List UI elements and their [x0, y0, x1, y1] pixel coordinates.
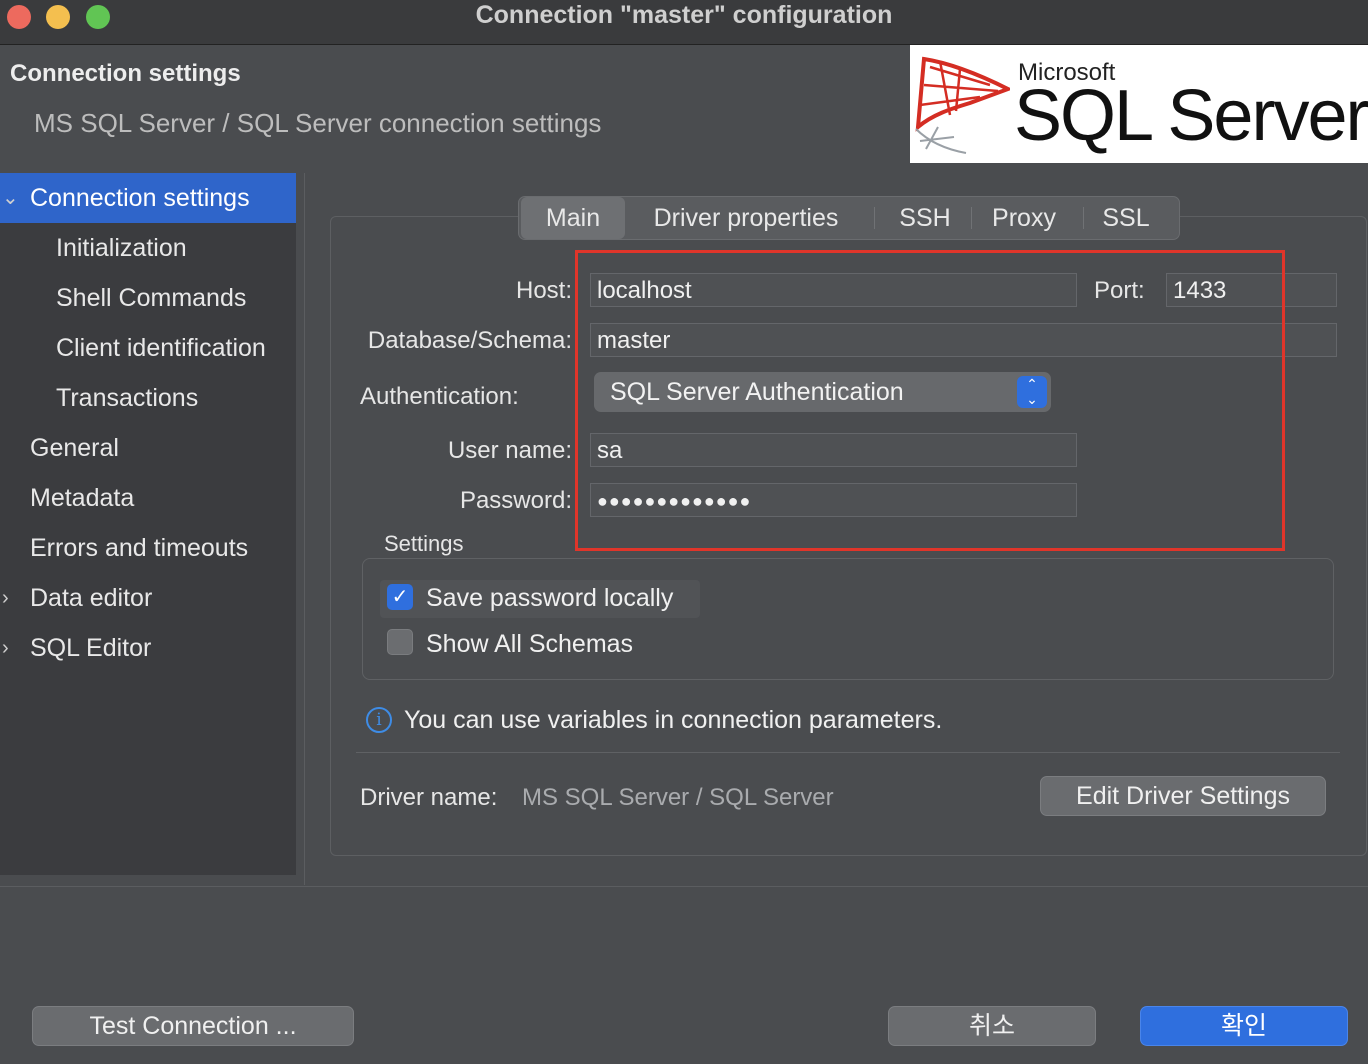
tab-proxy[interactable]: Proxy	[975, 197, 1073, 239]
tab-ssl[interactable]: SSL	[1087, 197, 1165, 239]
driver-name-value: MS SQL Server / SQL Server	[522, 784, 834, 811]
variables-hint: You can use variables in connection para…	[404, 706, 943, 734]
save-password-label: Save password locally	[426, 584, 674, 612]
user-name-label: User name:	[447, 437, 572, 464]
page-subtitle: MS SQL Server / SQL Server connection se…	[34, 108, 602, 138]
tab-driver-properties[interactable]: Driver properties	[631, 197, 861, 239]
sidebar-item-general[interactable]: General	[0, 423, 296, 473]
info-icon: i	[366, 707, 392, 733]
host-label: Host:	[515, 277, 572, 304]
sidebar-divider	[304, 173, 305, 885]
show-all-schemas-label: Show All Schemas	[426, 630, 634, 658]
sidebar-item-errors-and-timeouts[interactable]: Errors and timeouts	[0, 523, 296, 573]
sidebar: ⌄ Connection settings Initialization She…	[0, 173, 296, 875]
authentication-label: Authentication:	[360, 383, 519, 410]
chevron-right-icon[interactable]: ›	[2, 573, 9, 623]
show-all-schemas-row[interactable]: Show All Schemas	[380, 626, 700, 664]
settings-group-title: Settings	[384, 531, 464, 556]
tab-separator	[874, 207, 875, 229]
sidebar-item-client-identification[interactable]: Client identification	[0, 323, 296, 373]
sql-server-logo-mark	[915, 56, 1010, 154]
checkbox-unchecked-icon[interactable]	[387, 629, 413, 655]
chevron-right-icon[interactable]: ›	[2, 623, 9, 673]
checkbox-checked-icon[interactable]: ✓	[387, 584, 413, 610]
tab-ssh[interactable]: SSH	[879, 197, 971, 239]
title-bar: Connection "master" configuration	[0, 0, 1368, 45]
sidebar-item-data-editor[interactable]: › Data editor	[0, 573, 296, 623]
sql-server-logo: Microsoft SQL Server	[910, 45, 1368, 163]
tab-separator	[1083, 207, 1084, 229]
password-label: Password:	[459, 487, 572, 514]
sidebar-item-shell-commands[interactable]: Shell Commands	[0, 273, 296, 323]
save-password-row[interactable]: ✓ Save password locally	[380, 580, 700, 618]
sidebar-item-metadata[interactable]: Metadata	[0, 473, 296, 523]
divider	[356, 752, 1340, 753]
page-title: Connection settings	[10, 60, 241, 87]
driver-name-label: Driver name:	[360, 784, 498, 811]
tab-bar: Main Driver properties SSH Proxy SSL	[518, 196, 1180, 240]
sidebar-item-connection-settings[interactable]: ⌄ Connection settings	[0, 173, 296, 223]
database-label: Database/Schema:	[367, 327, 572, 354]
cancel-button[interactable]: 취소	[888, 1006, 1096, 1046]
tab-separator	[971, 207, 972, 229]
tab-main[interactable]: Main	[521, 197, 625, 239]
footer-divider	[0, 886, 1368, 887]
sidebar-item-sql-editor[interactable]: › SQL Editor	[0, 623, 296, 673]
highlight-annotation-box	[575, 250, 1285, 551]
logo-sql-server-text: SQL Server	[1014, 76, 1368, 156]
chevron-down-icon[interactable]: ⌄	[2, 173, 19, 223]
window-title: Connection "master" configuration	[475, 1, 893, 29]
edit-driver-settings-button[interactable]: Edit Driver Settings	[1040, 776, 1326, 816]
test-connection-button[interactable]: Test Connection ...	[32, 1006, 354, 1046]
sidebar-item-transactions[interactable]: Transactions	[0, 373, 296, 423]
sidebar-item-initialization[interactable]: Initialization	[0, 223, 296, 273]
ok-button[interactable]: 확인	[1140, 1006, 1348, 1046]
